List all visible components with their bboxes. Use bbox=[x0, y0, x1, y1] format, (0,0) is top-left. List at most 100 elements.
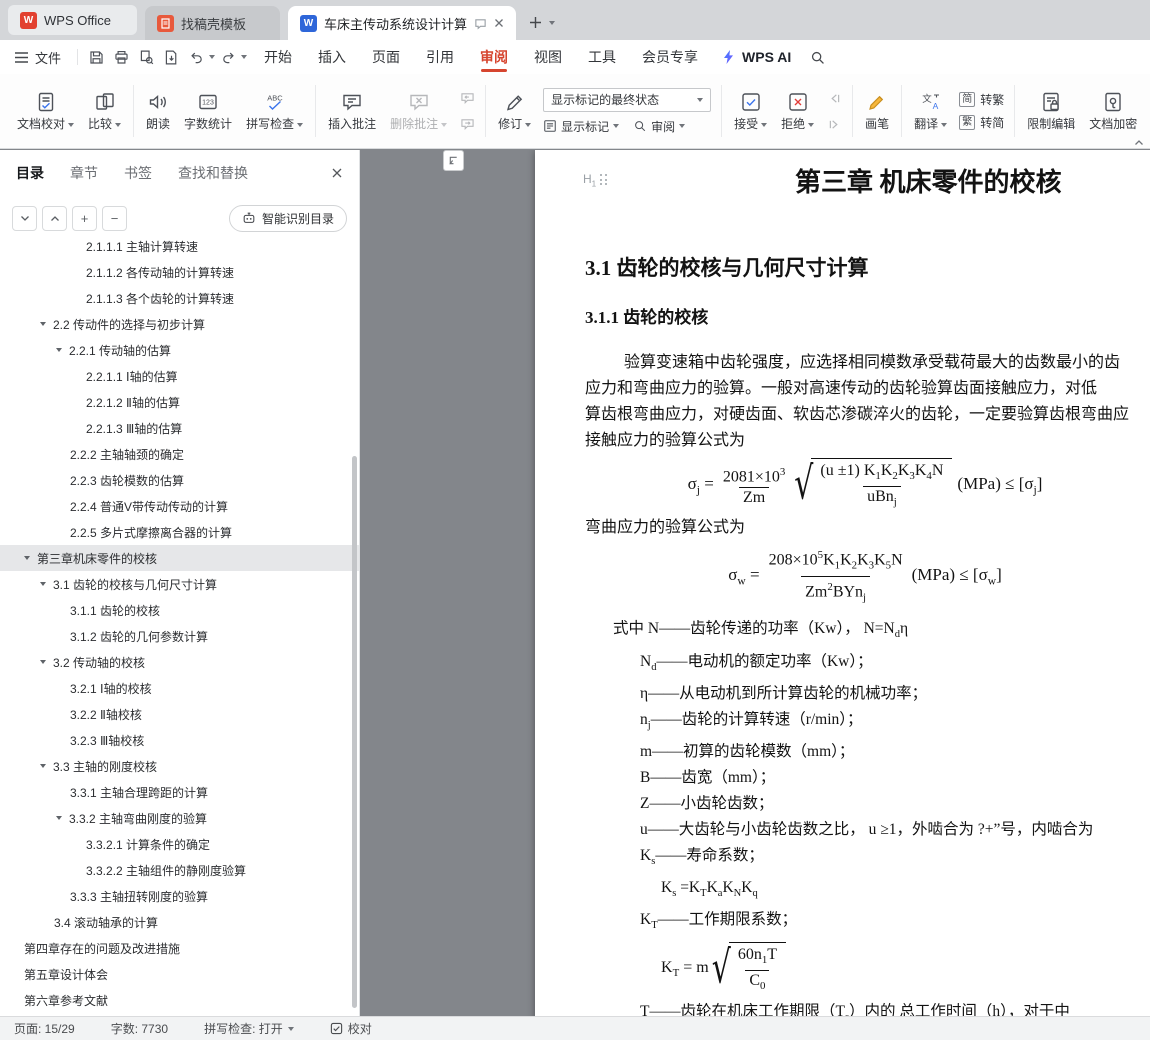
brush-button[interactable]: 画笔 bbox=[858, 79, 896, 143]
reject-button[interactable]: 拒绝 bbox=[774, 79, 821, 143]
toc-item[interactable]: 3.3.2.1 计算条件的确定 bbox=[0, 831, 359, 857]
search-button[interactable] bbox=[805, 45, 829, 69]
tab-home[interactable]: 开始 bbox=[251, 40, 305, 74]
heading-drag-handle[interactable]: H1 bbox=[583, 172, 608, 188]
toc-item[interactable]: 3.1 齿轮的校核与几何尺寸计算 bbox=[0, 571, 359, 597]
zoom-in-level-button[interactable]: + bbox=[72, 205, 97, 231]
pane-toggle-button[interactable] bbox=[443, 150, 464, 171]
expand-all-button[interactable] bbox=[42, 205, 67, 231]
toc-item[interactable]: 2.1.1.2 各传动轴的计算转速 bbox=[0, 259, 359, 285]
chevron-expanded-icon[interactable] bbox=[40, 322, 46, 326]
tab-current-document[interactable]: W 车床主传动系统设计计算及结 bbox=[287, 6, 516, 40]
tab-tools[interactable]: 工具 bbox=[575, 40, 629, 74]
print-preview-button[interactable] bbox=[134, 45, 158, 69]
ribbon-collapse-button[interactable] bbox=[1134, 139, 1144, 146]
toc-item[interactable]: 3.2.3 Ⅲ轴校核 bbox=[0, 727, 359, 753]
toc-item[interactable]: 第五章设计体会 bbox=[0, 961, 359, 987]
toc-item[interactable]: 3.3.1 主轴合理跨距的计算 bbox=[0, 779, 359, 805]
toc-item[interactable]: 2.2.1 传动轴的估算 bbox=[0, 337, 359, 363]
doc-proof-button[interactable]: 文档校对 bbox=[10, 79, 81, 143]
review-pane-button[interactable]: 审阅 bbox=[633, 118, 686, 135]
wps-home-tab[interactable]: W WPS Office bbox=[8, 5, 137, 35]
next-comment-button[interactable] bbox=[456, 115, 478, 134]
save-button[interactable] bbox=[84, 45, 108, 69]
toc-item[interactable]: 3.2 传动轴的校核 bbox=[0, 649, 359, 675]
toc-item[interactable]: 2.2 传动件的选择与初步计算 bbox=[0, 311, 359, 337]
tab-member[interactable]: 会员专享 bbox=[629, 40, 711, 74]
toc-item[interactable]: 2.2.4 普通V带传动传动的计算 bbox=[0, 493, 359, 519]
encrypt-doc-button[interactable]: 文档加密 bbox=[1082, 79, 1144, 143]
chevron-expanded-icon[interactable] bbox=[24, 556, 30, 560]
toc-item[interactable]: 2.2.1.3 Ⅲ轴的估算 bbox=[0, 415, 359, 441]
toc-item-selected[interactable]: 第三章机床零件的校核 bbox=[0, 545, 359, 571]
tab-find-replace[interactable]: 查找和替换 bbox=[178, 163, 248, 183]
translate-button[interactable]: 文A 翻译 bbox=[907, 79, 954, 143]
word-count-button[interactable]: 123 字数统计 bbox=[177, 79, 239, 143]
tab-contents[interactable]: 目录 bbox=[16, 163, 44, 183]
zoom-out-level-button[interactable]: − bbox=[102, 205, 127, 231]
accept-button[interactable]: 接受 bbox=[727, 79, 774, 143]
previous-change-button[interactable] bbox=[823, 89, 845, 108]
chevron-expanded-icon[interactable] bbox=[56, 816, 62, 820]
collapse-all-button[interactable] bbox=[12, 205, 37, 231]
toc-item[interactable]: 3.4 滚动轴承的计算 bbox=[0, 909, 359, 935]
redo-dropdown-icon[interactable] bbox=[241, 55, 248, 59]
tab-list-dropdown-icon[interactable] bbox=[548, 20, 555, 25]
toc-item[interactable]: 2.2.5 多片式摩擦离合器的计算 bbox=[0, 519, 359, 545]
compare-button[interactable]: 比较 bbox=[81, 79, 128, 143]
toc-item[interactable]: 2.1.1.1 主轴计算转速 bbox=[0, 240, 359, 259]
tab-reference[interactable]: 引用 bbox=[413, 40, 467, 74]
undo-dropdown-icon[interactable] bbox=[209, 55, 216, 59]
close-tab-icon[interactable] bbox=[494, 18, 504, 28]
chevron-expanded-icon[interactable] bbox=[40, 764, 46, 768]
restrict-edit-button[interactable]: 限制编辑 bbox=[1020, 79, 1082, 143]
toc-item[interactable]: 第四章存在的问题及改进措施 bbox=[0, 935, 359, 961]
toc-item[interactable]: 2.2.1.2 Ⅱ轴的估算 bbox=[0, 389, 359, 415]
chevron-expanded-icon[interactable] bbox=[56, 348, 62, 352]
toc-item[interactable]: 2.1.1.3 各个齿轮的计算转速 bbox=[0, 285, 359, 311]
read-aloud-button[interactable]: 朗读 bbox=[139, 79, 177, 143]
next-change-button[interactable] bbox=[823, 115, 845, 134]
undo-button[interactable] bbox=[184, 45, 208, 69]
output-pdf-button[interactable] bbox=[159, 45, 183, 69]
toc-item[interactable]: 2.2.2 主轴轴颈的确定 bbox=[0, 441, 359, 467]
toc-scrollbar-thumb[interactable] bbox=[352, 456, 357, 1008]
toc-item[interactable]: 3.2.2 Ⅱ轴校核 bbox=[0, 701, 359, 727]
tab-bookmarks[interactable]: 书签 bbox=[124, 163, 152, 183]
track-changes-button[interactable]: 修订 bbox=[491, 79, 538, 143]
smart-toc-button[interactable]: 智能识别目录 bbox=[228, 204, 347, 232]
chevron-expanded-icon[interactable] bbox=[40, 582, 46, 586]
previous-comment-button[interactable] bbox=[456, 89, 478, 108]
toc-item[interactable]: 第六章参考文献 bbox=[0, 987, 359, 1013]
file-menu-button[interactable]: 文件 bbox=[10, 48, 71, 67]
word-count-indicator[interactable]: 字数: 7730 bbox=[111, 1020, 168, 1037]
to-traditional-button[interactable]: 简 转繁 bbox=[959, 91, 1004, 108]
tab-view[interactable]: 视图 bbox=[521, 40, 575, 74]
toc-item[interactable]: 3.1.2 齿轮的几何参数计算 bbox=[0, 623, 359, 649]
tab-page[interactable]: 页面 bbox=[359, 40, 413, 74]
tab-review[interactable]: 审阅 bbox=[467, 40, 521, 74]
toc-item[interactable]: 3.3.2.2 主轴组件的静刚度验算 bbox=[0, 857, 359, 883]
to-simplified-button[interactable]: 繁 转简 bbox=[959, 114, 1004, 131]
toc-item[interactable]: 3.1.1 齿轮的校核 bbox=[0, 597, 359, 623]
delete-comment-button[interactable]: 删除批注 bbox=[383, 79, 454, 143]
tab-template-doc[interactable]: 找稿壳模板 bbox=[144, 6, 280, 40]
chevron-expanded-icon[interactable] bbox=[40, 660, 46, 664]
close-pane-button[interactable] bbox=[331, 167, 343, 179]
redo-button[interactable] bbox=[216, 45, 240, 69]
wps-ai-button[interactable]: WPS AI bbox=[721, 49, 791, 65]
toc-item[interactable]: 3.3.3 主轴扭转刚度的验算 bbox=[0, 883, 359, 909]
toc-item[interactable]: 3.2.1 Ⅰ轴的校核 bbox=[0, 675, 359, 701]
insert-comment-button[interactable]: 插入批注 bbox=[321, 79, 383, 143]
proofing-button[interactable]: 校对 bbox=[330, 1020, 372, 1037]
show-markup-button[interactable]: 显示标记 bbox=[543, 118, 620, 135]
toc-item[interactable]: 3.3.2 主轴弯曲刚度的验算 bbox=[0, 805, 359, 831]
document-page[interactable]: H1 第三章 机床零件的校核 3.1 齿轮的校核与几何尺寸计算 3.1.1 齿轮… bbox=[535, 150, 1150, 1016]
tab-chapters[interactable]: 章节 bbox=[70, 163, 98, 183]
spellcheck-toggle[interactable]: 拼写检查: 打开 bbox=[204, 1020, 294, 1037]
print-button[interactable] bbox=[109, 45, 133, 69]
new-tab-button[interactable] bbox=[528, 15, 543, 30]
toc-item[interactable]: 3.3 主轴的刚度校核 bbox=[0, 753, 359, 779]
toc-item[interactable]: 2.2.3 齿轮模数的估算 bbox=[0, 467, 359, 493]
tab-insert[interactable]: 插入 bbox=[305, 40, 359, 74]
